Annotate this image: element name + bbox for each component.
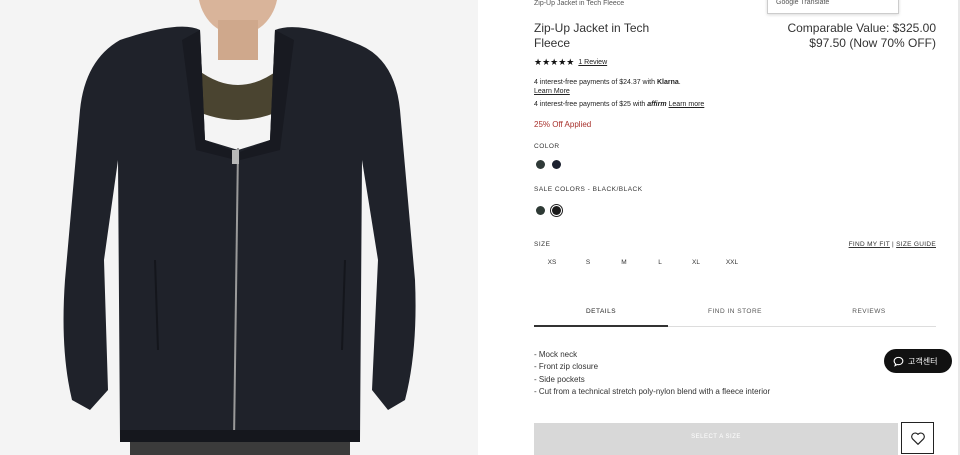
- chat-bubble-icon: [893, 356, 904, 367]
- klarna-payment-text: 4 interest-free payments of $24.37 with …: [534, 79, 681, 86]
- breadcrumb[interactable]: Zip-Up Jacket in Tech Fleece: [534, 0, 624, 7]
- customer-service-chat-button[interactable]: 고객센터: [884, 349, 952, 373]
- reviews-link[interactable]: 1 Review: [578, 59, 607, 66]
- fit-links: FIND MY FIT | SIZE GUIDE: [849, 241, 936, 248]
- product-title: Zip-Up Jacket in Tech Fleece: [534, 21, 650, 50]
- sale-color-swatch-1[interactable]: [536, 206, 545, 215]
- size-option-xs[interactable]: XS: [534, 259, 570, 266]
- price-block: Comparable Value: $325.00 $97.50 (Now 70…: [787, 21, 936, 51]
- info-tabs: DETAILS FIND IN STORE REVIEWS: [534, 303, 936, 327]
- promo-applied: 25% Off Applied: [534, 120, 592, 129]
- rating-row: ★★★★★ 1 Review: [534, 57, 607, 68]
- product-image[interactable]: [0, 0, 478, 455]
- rating-stars: ★★★★★: [534, 57, 575, 67]
- comparable-value: Comparable Value: $325.00: [787, 21, 936, 35]
- color-swatch-1[interactable]: [536, 160, 545, 169]
- affirm-learn-more-link[interactable]: Learn more: [669, 101, 705, 108]
- size-option-xxl[interactable]: XXL: [714, 259, 750, 266]
- size-option-l[interactable]: L: [642, 259, 678, 266]
- size-option-m[interactable]: M: [606, 259, 642, 266]
- heart-icon: [910, 432, 925, 445]
- detail-item: - Side pockets: [534, 374, 585, 384]
- google-translate-popup[interactable]: Google Translate: [767, 0, 899, 14]
- select-size-button[interactable]: SELECT A SIZE: [534, 423, 898, 455]
- klarna-logo: Klarna: [656, 79, 679, 86]
- size-options: XS S M L XL XXL: [534, 259, 750, 266]
- klarna-learn-more-link[interactable]: Learn More: [534, 88, 570, 95]
- size-label: SIZE: [534, 241, 551, 248]
- jacket-illustration: [0, 0, 478, 455]
- size-option-s[interactable]: S: [570, 259, 606, 266]
- klarna-suffix: .: [678, 79, 681, 86]
- affirm-logo: affirm: [647, 101, 667, 108]
- link-separator: |: [892, 241, 895, 248]
- product-details-panel: Zip-Up Jacket in Tech Fleece Google Tran…: [534, 0, 936, 455]
- detail-item: - Front zip closure: [534, 362, 599, 372]
- klarna-prefix: 4 interest-free payments of $24.37 with: [534, 79, 657, 86]
- affirm-payment-text: 4 interest-free payments of $25 with aff…: [534, 101, 704, 108]
- detail-item: - Cut from a technical stretch poly-nylo…: [534, 386, 771, 396]
- color-swatch-2[interactable]: [552, 160, 561, 169]
- sale-price: $97.50 (Now 70% OFF): [809, 36, 936, 50]
- tab-details[interactable]: DETAILS: [534, 303, 668, 327]
- sale-color-swatch-2-selected[interactable]: [550, 204, 563, 217]
- details-list: - Mock neck - Front zip closure - Side p…: [534, 349, 770, 398]
- size-guide-link[interactable]: SIZE GUIDE: [896, 241, 936, 248]
- color-label: COLOR: [534, 143, 560, 150]
- tab-reviews[interactable]: REVIEWS: [802, 303, 936, 326]
- affirm-prefix: 4 interest-free payments of $25 with: [534, 101, 648, 108]
- find-my-fit-link[interactable]: FIND MY FIT: [849, 241, 890, 248]
- tab-find-in-store[interactable]: FIND IN STORE: [668, 303, 802, 326]
- detail-item: - Mock neck: [534, 350, 578, 359]
- size-option-xl[interactable]: XL: [678, 259, 714, 266]
- sale-colors-label: SALE COLORS - BLACK/BLACK: [534, 186, 643, 193]
- wishlist-button[interactable]: [901, 422, 934, 454]
- chat-label: 고객센터: [908, 356, 938, 366]
